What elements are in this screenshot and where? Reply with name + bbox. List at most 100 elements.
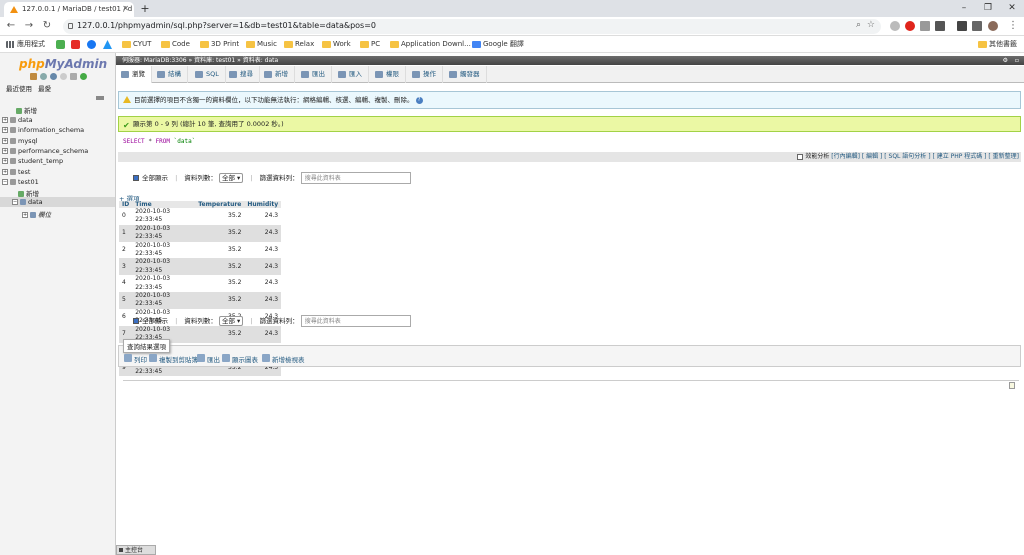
zoom-icon[interactable]: ⌕: [856, 20, 861, 30]
url-bar[interactable]: 127.0.0.1/phpmyadmin/sql.php?server=1&db…: [63, 19, 881, 34]
sidebar-item-columns[interactable]: + 欄位: [22, 209, 51, 219]
table-row[interactable]: 0 2020-10-03 22:33:45 35.2 24.3: [119, 208, 282, 225]
tab-insert[interactable]: 新增: [259, 66, 295, 83]
tab-structure[interactable]: 結構: [152, 66, 188, 83]
query-action-links[interactable]: [行內編輯] [ 編輯 ] [ SQL 語句分析 ] [ 建立 PHP 程式碼 …: [831, 153, 1019, 160]
back-icon[interactable]: ←: [4, 19, 18, 33]
sidebar-item-performance-schema[interactable]: + performance_schema: [2, 147, 88, 155]
cell-humidity[interactable]: 24.3: [244, 325, 282, 343]
create-view-link[interactable]: 新增檢視表: [262, 354, 305, 364]
sidebar-item-table-data[interactable]: − data: [12, 198, 43, 206]
cell-humidity[interactable]: 24.3: [244, 241, 282, 259]
cell-humidity[interactable]: 24.3: [244, 292, 282, 309]
help-icon[interactable]: [50, 73, 57, 80]
cell-time[interactable]: 2020-10-03 22:33:45: [132, 292, 196, 309]
close-window-icon[interactable]: ✕: [1000, 0, 1024, 17]
expand-icon[interactable]: +: [2, 169, 8, 175]
bookmark-folder-pc[interactable]: PC: [360, 39, 380, 50]
bookmark-site-icon-2[interactable]: [103, 40, 112, 49]
recent-tab[interactable]: 最近使用: [6, 85, 32, 93]
favorites-tab[interactable]: 最愛: [38, 85, 51, 93]
sidebar-item-mysql[interactable]: + mysql: [2, 137, 38, 145]
browser-tab[interactable]: 127.0.0.1 / MariaDB / test01 / d ✕: [4, 2, 134, 17]
cell-temperature[interactable]: 35.2: [195, 325, 245, 343]
sidebar-item-data[interactable]: + data: [2, 116, 33, 124]
rows-select-bottom[interactable]: 全部 ▾: [218, 316, 244, 326]
extension-icon[interactable]: [890, 21, 900, 31]
table-row[interactable]: 2 2020-10-03 22:33:45 35.2 24.3: [119, 241, 282, 259]
phpmyadmin-logo[interactable]: phpMyAdmin: [19, 57, 107, 71]
table-row[interactable]: 5 2020-10-03 22:33:45 35.2 24.3: [119, 292, 282, 309]
tab-browse[interactable]: 瀏覽: [116, 66, 152, 83]
table-row[interactable]: 1 2020-10-03 22:33:45 35.2 24.3: [119, 224, 282, 242]
opera-extension-icon[interactable]: [905, 21, 915, 31]
cell-id[interactable]: 0: [119, 208, 133, 225]
bookmark-folder-cyut[interactable]: CYUT: [122, 39, 151, 50]
cell-time[interactable]: 2020-10-03 22:33:45: [132, 208, 196, 225]
rows-select[interactable]: 全部 ▾: [218, 173, 244, 183]
breadcrumb-server[interactable]: 伺服器: MariaDB:3306: [122, 57, 187, 64]
cell-time[interactable]: 2020-10-03 22:33:45: [132, 275, 196, 293]
tab-privileges[interactable]: 權限: [370, 66, 406, 83]
expand-icon[interactable]: +: [2, 148, 8, 154]
filter-input[interactable]: 搜尋此資料表: [300, 172, 411, 184]
show-all-checkbox-bottom[interactable]: [133, 318, 139, 324]
sidebar-item-information-schema[interactable]: + information_schema: [2, 126, 84, 134]
cell-temperature[interactable]: 35.2: [195, 292, 245, 309]
sidebar-item-student-temp[interactable]: + student_temp: [2, 157, 63, 165]
cell-time[interactable]: 2020-10-03 22:33:45: [132, 224, 196, 242]
chrome-menu-icon[interactable]: ⋮: [1006, 19, 1020, 33]
column-header-humidity[interactable]: Humidity: [244, 201, 282, 208]
cell-time[interactable]: 2020-10-03 22:33:45: [132, 241, 196, 259]
bookmark-site-icon[interactable]: [56, 40, 65, 49]
display-chart-link[interactable]: 顯示圖表: [222, 354, 258, 364]
bookmark-folder-work[interactable]: Work: [322, 39, 351, 50]
bookmark-folder-3dprint[interactable]: 3D Print: [200, 39, 239, 50]
cell-id[interactable]: 4: [119, 275, 133, 293]
cell-temperature[interactable]: 35.2: [195, 208, 245, 225]
sidebar-item-test01[interactable]: − test01: [2, 178, 39, 186]
avatar[interactable]: [988, 21, 998, 31]
tab-sql[interactable]: SQL: [190, 66, 226, 83]
maximize-icon[interactable]: ❐: [976, 0, 1000, 17]
bookmark-apps[interactable]: 應用程式: [6, 39, 45, 50]
cell-time[interactable]: 2020-10-03 22:33:45: [132, 258, 196, 276]
breadcrumb-db[interactable]: 資料庫: test01: [194, 57, 235, 64]
sql-query[interactable]: SELECT * FROM `data`: [123, 138, 195, 145]
new-tab-button[interactable]: +: [138, 2, 152, 15]
facebook-icon[interactable]: [87, 40, 96, 49]
puzzle-icon[interactable]: [957, 21, 967, 31]
bookmark-folder-appdownload[interactable]: Application Downl...: [390, 39, 471, 50]
settings-gear-icon[interactable]: ⚙: [1003, 56, 1008, 65]
cell-temperature[interactable]: 35.2: [195, 258, 245, 276]
table-row[interactable]: 3 2020-10-03 22:33:45 35.2 24.3: [119, 258, 282, 276]
reload-icon[interactable]: ↻: [40, 19, 54, 33]
docs-icon[interactable]: [60, 73, 67, 80]
collapse-icon[interactable]: −: [12, 199, 18, 205]
star-icon[interactable]: ☆: [867, 20, 875, 30]
reading-list-icon[interactable]: [972, 21, 982, 31]
cell-humidity[interactable]: 24.3: [244, 275, 282, 293]
bookmark-google-translate[interactable]: Google 翻譯: [472, 39, 524, 50]
collapse-all-icon[interactable]: [96, 96, 104, 100]
column-header-temperature[interactable]: Temperature: [195, 201, 245, 208]
table-row[interactable]: 4 2020-10-03 22:33:45 35.2 24.3: [119, 275, 282, 293]
bookmark-folder-music[interactable]: Music: [246, 39, 277, 50]
expand-icon[interactable]: +: [2, 127, 8, 133]
close-tab-icon[interactable]: ✕: [122, 4, 129, 13]
cell-humidity[interactable]: 24.3: [244, 208, 282, 225]
settings-icon[interactable]: [70, 73, 77, 80]
youtube-icon[interactable]: [71, 40, 80, 49]
cell-temperature[interactable]: 35.2: [195, 224, 245, 242]
cell-id[interactable]: 6: [119, 308, 133, 326]
expand-icon[interactable]: +: [2, 117, 8, 123]
bookmark-other[interactable]: 其他書籤: [978, 39, 1017, 50]
cell-temperature[interactable]: 35.2: [195, 275, 245, 293]
filter-input-bottom[interactable]: 搜尋此資料表: [300, 315, 411, 327]
sidebar-item-new[interactable]: 新增: [2, 105, 37, 115]
tab-triggers[interactable]: 觸發器: [444, 66, 487, 83]
print-link[interactable]: 列印: [124, 354, 147, 364]
tab-search[interactable]: 搜尋: [224, 66, 260, 83]
minimize-icon[interactable]: –: [952, 0, 976, 17]
expand-icon[interactable]: +: [22, 212, 28, 218]
